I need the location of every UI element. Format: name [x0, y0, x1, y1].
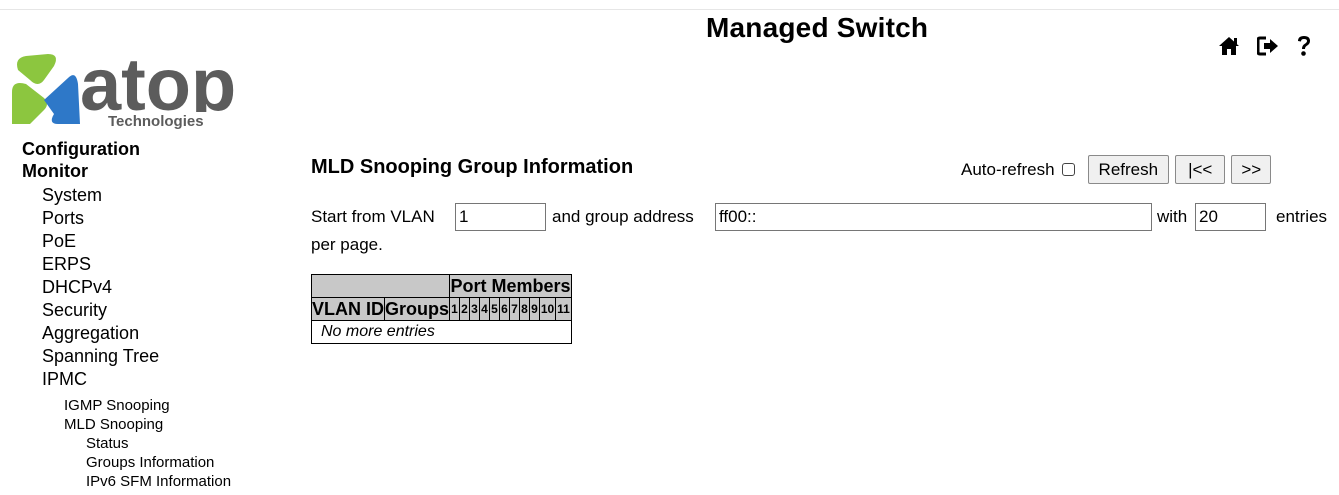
groups-header: Groups	[383, 297, 451, 321]
with-label: with	[1157, 207, 1188, 226]
port-header-2: 2	[459, 297, 471, 321]
port-header-7: 7	[509, 297, 521, 321]
nav-item-dhcpv4[interactable]: DHCPv4	[42, 276, 112, 298]
port-header-8: 8	[519, 297, 531, 321]
refresh-toolbar: Auto-refresh Refresh |<< >>	[961, 155, 1272, 184]
next-page-button[interactable]: >>	[1231, 155, 1272, 184]
auto-refresh-label: Auto-refresh	[961, 159, 1055, 179]
group-address-label: and group address	[552, 207, 694, 226]
nav-item-mld-status[interactable]: Status	[86, 434, 129, 453]
first-page-button[interactable]: |<<	[1175, 155, 1226, 184]
start-vlan-input[interactable]	[455, 203, 546, 231]
port-members-header: Port Members	[449, 274, 573, 298]
port-header-11: 11	[555, 297, 573, 321]
nav-item-igmp-snooping[interactable]: IGMP Snooping	[64, 396, 170, 415]
entries-label: entries	[1276, 207, 1328, 226]
entries-per-page-input[interactable]	[1195, 203, 1266, 231]
nav-configuration[interactable]: Configuration	[22, 138, 140, 160]
atop-logo: atop Technologies	[8, 40, 278, 130]
nav-item-mld-groups-information[interactable]: Groups Information	[86, 453, 214, 472]
refresh-button[interactable]: Refresh	[1087, 155, 1170, 184]
help-icon[interactable]	[1296, 35, 1312, 62]
port-header-5: 5	[489, 297, 501, 321]
no-entries-message: No more entries	[311, 320, 572, 344]
per-page-label: per page.	[311, 235, 383, 254]
page-header-title: Managed Switch	[706, 12, 929, 43]
port-header-4: 4	[479, 297, 491, 321]
port-header-10: 10	[539, 297, 557, 321]
port-header-6: 6	[499, 297, 511, 321]
nav-item-system[interactable]: System	[42, 184, 102, 206]
auto-refresh-checkbox[interactable]	[1061, 163, 1075, 176]
nav-item-poe[interactable]: PoE	[42, 230, 76, 252]
nav-monitor[interactable]: Monitor	[22, 160, 88, 182]
nav-item-ipv6-sfm-information[interactable]: IPv6 SFM Information	[86, 472, 231, 491]
port-header-9: 9	[529, 297, 541, 321]
header-icon-bar	[1218, 35, 1312, 62]
nav-item-erps[interactable]: ERPS	[42, 253, 91, 275]
nav-item-ports[interactable]: Ports	[42, 207, 84, 229]
table-header-blank	[310, 274, 451, 298]
logout-icon[interactable]	[1256, 36, 1279, 61]
nav-item-aggregation[interactable]: Aggregation	[42, 322, 139, 344]
nav-item-ipmc[interactable]: IPMC	[42, 368, 87, 390]
port-header-1: 1	[449, 297, 461, 321]
page-title: MLD Snooping Group Information	[311, 156, 634, 178]
group-address-input[interactable]	[715, 203, 1152, 231]
vlan-id-header: VLAN ID	[311, 297, 385, 321]
nav-item-mld-snooping[interactable]: MLD Snooping	[64, 415, 163, 434]
nav-item-spanning-tree[interactable]: Spanning Tree	[42, 345, 159, 367]
home-icon[interactable]	[1218, 36, 1240, 61]
table-row: No more entries	[311, 320, 572, 344]
top-divider	[0, 9, 1339, 10]
port-header-3: 3	[469, 297, 481, 321]
logo-tagline: Technologies	[108, 113, 204, 130]
nav-item-security[interactable]: Security	[42, 299, 107, 321]
mld-group-table: Port Members VLAN ID Groups 1 2 3 4 5 6 …	[310, 274, 573, 344]
start-vlan-label: Start from VLAN	[311, 207, 435, 226]
